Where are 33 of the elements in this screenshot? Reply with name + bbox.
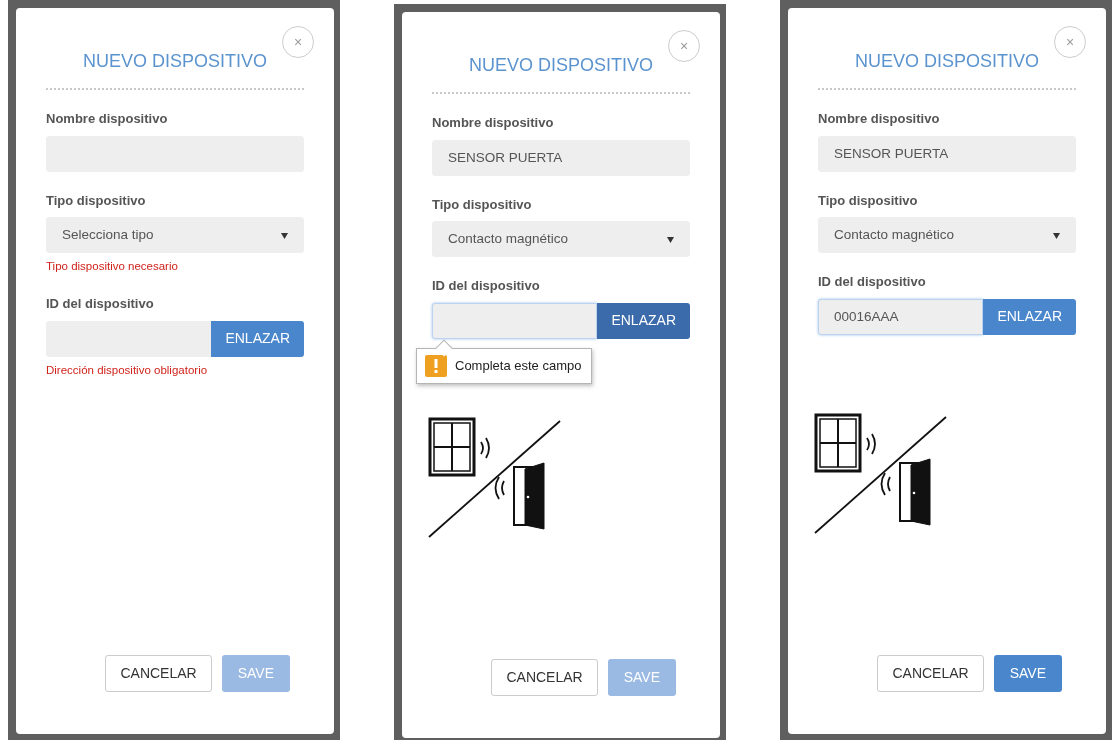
select-field[interactable]: Selecciona tipo — [46, 217, 304, 253]
warning-icon — [425, 354, 447, 377]
link-button[interactable]: ENLAZAR — [597, 302, 690, 339]
input-field[interactable]: 00016AAA — [818, 298, 984, 335]
cancel-button[interactable]: CANCELAR — [105, 655, 212, 692]
dropdown-caret-icon — [667, 236, 674, 243]
link-button[interactable]: ENLAZAR — [211, 320, 304, 357]
field-label: ID del dispositivo — [46, 295, 155, 314]
error-message: Tipo dispositivo necesario — [46, 259, 179, 274]
cancel-button[interactable]: CANCELAR — [877, 655, 984, 692]
input-field[interactable]: SENSOR PUERTA — [818, 135, 1076, 172]
link-button[interactable]: ENLAZAR — [983, 298, 1076, 335]
modal-title: NUEVO DISPOSITIVO — [82, 51, 267, 73]
field-label: Nombre dispositivo — [46, 110, 169, 128]
tooltip-text: Completa este campo — [455, 356, 582, 375]
select-field[interactable]: Contacto magnético — [818, 217, 1076, 253]
input-field[interactable] — [432, 302, 598, 339]
dropdown-caret-icon — [1053, 232, 1060, 239]
modal-title: NUEVO DISPOSITIVO — [468, 55, 653, 77]
error-message: Dirección dispositivo obligatorio — [46, 362, 209, 378]
field-label: Nombre dispositivo — [432, 114, 555, 132]
field-label: Tipo dispositivo — [818, 191, 919, 210]
dropdown-caret-icon — [281, 232, 288, 239]
field-label: Tipo dispositivo — [432, 195, 533, 214]
field-label: ID del dispositivo — [818, 273, 927, 291]
input-field[interactable]: SENSOR PUERTA — [432, 139, 690, 176]
select-field[interactable]: Contacto magnético — [432, 221, 690, 257]
field-label: Nombre dispositivo — [818, 110, 941, 128]
field-label: ID del dispositivo — [432, 277, 541, 295]
cancel-button[interactable]: CANCELAR — [491, 659, 598, 696]
modal-title: NUEVO DISPOSITIVO — [854, 51, 1039, 73]
save-button[interactable]: SAVE — [993, 655, 1062, 692]
field-label: Tipo dispositivo — [46, 191, 147, 210]
